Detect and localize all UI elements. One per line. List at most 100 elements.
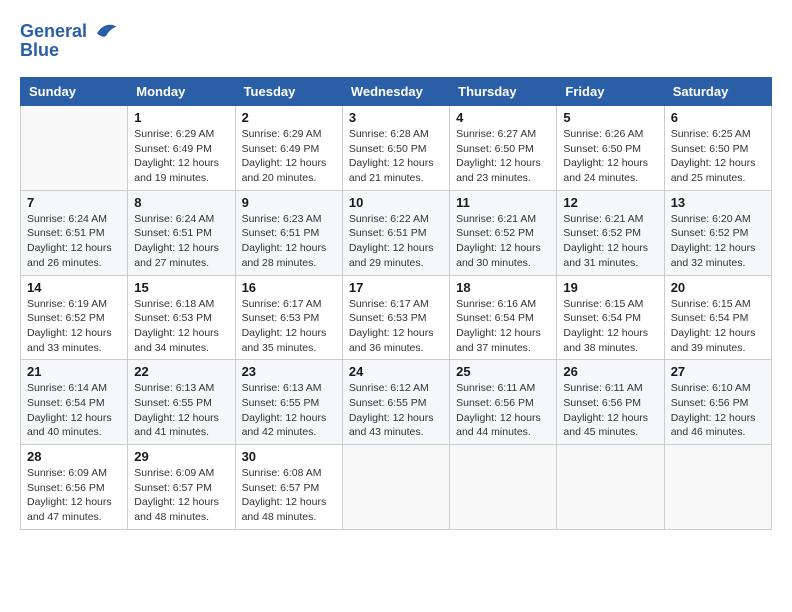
calendar-cell: 12Sunrise: 6:21 AMSunset: 6:52 PMDayligh… xyxy=(557,190,664,275)
calendar-cell: 11 Sunrise: 6:21 AMSunset: 6:52 PMDayligh… xyxy=(450,190,557,275)
calendar-cell: 3 Sunrise: 6:28 AMSunset: 6:50 PMDaylight… xyxy=(342,106,449,191)
day-info: Sunrise: 6:12 AMSunset: 6:55 PMDaylight:… xyxy=(349,381,443,440)
calendar-cell: 14Sunrise: 6:19 AMSunset: 6:52 PMDayligh… xyxy=(21,275,128,360)
logo: General Blue xyxy=(20,20,118,61)
day-info: Sunrise: 6:13 AMSunset: 6:55 PMDaylight:… xyxy=(134,381,228,440)
day-number: 10 xyxy=(349,195,443,210)
page-header: General Blue xyxy=(20,20,772,61)
calendar-header-friday: Friday xyxy=(557,78,664,106)
day-number: 7 xyxy=(27,195,121,210)
calendar-week-row: 14Sunrise: 6:19 AMSunset: 6:52 PMDayligh… xyxy=(21,275,772,360)
day-number: 23 xyxy=(242,364,336,379)
day-number: 13 xyxy=(671,195,765,210)
calendar-header-saturday: Saturday xyxy=(664,78,771,106)
day-info: Sunrise: 6:21 AMSunset: 6:52 PMDaylight:… xyxy=(456,212,550,271)
day-info: Sunrise: 6:08 AMSunset: 6:57 PMDaylight:… xyxy=(242,466,336,525)
day-info: Sunrise: 6:23 AMSunset: 6:51 PMDaylight:… xyxy=(242,212,336,271)
day-info: Sunrise: 6:14 AMSunset: 6:54 PMDaylight:… xyxy=(27,381,121,440)
day-number: 17 xyxy=(349,280,443,295)
day-number: 11 xyxy=(456,195,550,210)
day-number: 21 xyxy=(27,364,121,379)
calendar-cell: 22Sunrise: 6:13 AMSunset: 6:55 PMDayligh… xyxy=(128,360,235,445)
day-number: 18 xyxy=(456,280,550,295)
calendar-header-row: SundayMondayTuesdayWednesdayThursdayFrid… xyxy=(21,78,772,106)
calendar-table: SundayMondayTuesdayWednesdayThursdayFrid… xyxy=(20,77,772,530)
day-number: 28 xyxy=(27,449,121,464)
day-number: 3 xyxy=(349,110,443,125)
calendar-week-row: 1 Sunrise: 6:29 AMSunset: 6:49 PMDaylight… xyxy=(21,106,772,191)
day-info: Sunrise: 6:29 AMSunset: 6:49 PMDaylight:… xyxy=(134,127,228,186)
day-info: Sunrise: 6:09 AMSunset: 6:56 PMDaylight:… xyxy=(27,466,121,525)
day-info: Sunrise: 6:10 AMSunset: 6:56 PMDaylight:… xyxy=(671,381,765,440)
calendar-cell: 23 Sunrise: 6:13 AMSunset: 6:55 PMDayligh… xyxy=(235,360,342,445)
calendar-cell: 10 Sunrise: 6:22 AMSunset: 6:51 PMDayligh… xyxy=(342,190,449,275)
calendar-week-row: 28 Sunrise: 6:09 AMSunset: 6:56 PMDayligh… xyxy=(21,445,772,530)
calendar-header-wednesday: Wednesday xyxy=(342,78,449,106)
calendar-cell: 20 Sunrise: 6:15 AMSunset: 6:54 PMDayligh… xyxy=(664,275,771,360)
calendar-week-row: 21 Sunrise: 6:14 AMSunset: 6:54 PMDayligh… xyxy=(21,360,772,445)
calendar-cell xyxy=(21,106,128,191)
day-info: Sunrise: 6:28 AMSunset: 6:50 PMDaylight:… xyxy=(349,127,443,186)
day-number: 19 xyxy=(563,280,657,295)
day-info: Sunrise: 6:27 AMSunset: 6:50 PMDaylight:… xyxy=(456,127,550,186)
day-number: 25 xyxy=(456,364,550,379)
calendar-header-tuesday: Tuesday xyxy=(235,78,342,106)
calendar-cell: 21 Sunrise: 6:14 AMSunset: 6:54 PMDayligh… xyxy=(21,360,128,445)
calendar-cell: 28 Sunrise: 6:09 AMSunset: 6:56 PMDayligh… xyxy=(21,445,128,530)
calendar-cell: 18Sunrise: 6:16 AMSunset: 6:54 PMDayligh… xyxy=(450,275,557,360)
calendar-week-row: 7Sunrise: 6:24 AMSunset: 6:51 PMDaylight… xyxy=(21,190,772,275)
calendar-cell: 4 Sunrise: 6:27 AMSunset: 6:50 PMDaylight… xyxy=(450,106,557,191)
calendar-cell xyxy=(342,445,449,530)
day-number: 30 xyxy=(242,449,336,464)
calendar-cell: 29Sunrise: 6:09 AMSunset: 6:57 PMDayligh… xyxy=(128,445,235,530)
day-number: 20 xyxy=(671,280,765,295)
calendar-cell: 24 Sunrise: 6:12 AMSunset: 6:55 PMDayligh… xyxy=(342,360,449,445)
day-info: Sunrise: 6:17 AMSunset: 6:53 PMDaylight:… xyxy=(242,297,336,356)
day-number: 1 xyxy=(134,110,228,125)
day-info: Sunrise: 6:11 AMSunset: 6:56 PMDaylight:… xyxy=(563,381,657,440)
day-number: 16 xyxy=(242,280,336,295)
day-info: Sunrise: 6:17 AMSunset: 6:53 PMDaylight:… xyxy=(349,297,443,356)
day-info: Sunrise: 6:11 AMSunset: 6:56 PMDaylight:… xyxy=(456,381,550,440)
calendar-cell: 2 Sunrise: 6:29 AMSunset: 6:49 PMDaylight… xyxy=(235,106,342,191)
day-number: 14 xyxy=(27,280,121,295)
calendar-cell: 26 Sunrise: 6:11 AMSunset: 6:56 PMDayligh… xyxy=(557,360,664,445)
calendar-cell: 9 Sunrise: 6:23 AMSunset: 6:51 PMDaylight… xyxy=(235,190,342,275)
calendar-cell: 15 Sunrise: 6:18 AMSunset: 6:53 PMDayligh… xyxy=(128,275,235,360)
day-info: Sunrise: 6:13 AMSunset: 6:55 PMDaylight:… xyxy=(242,381,336,440)
day-number: 8 xyxy=(134,195,228,210)
day-number: 12 xyxy=(563,195,657,210)
day-number: 4 xyxy=(456,110,550,125)
calendar-cell: 30 Sunrise: 6:08 AMSunset: 6:57 PMDayligh… xyxy=(235,445,342,530)
day-info: Sunrise: 6:09 AMSunset: 6:57 PMDaylight:… xyxy=(134,466,228,525)
day-info: Sunrise: 6:15 AMSunset: 6:54 PMDaylight:… xyxy=(671,297,765,356)
calendar-cell: 8Sunrise: 6:24 AMSunset: 6:51 PMDaylight… xyxy=(128,190,235,275)
calendar-cell: 13 Sunrise: 6:20 AMSunset: 6:52 PMDayligh… xyxy=(664,190,771,275)
day-info: Sunrise: 6:15 AMSunset: 6:54 PMDaylight:… xyxy=(563,297,657,356)
day-info: Sunrise: 6:22 AMSunset: 6:51 PMDaylight:… xyxy=(349,212,443,271)
day-info: Sunrise: 6:29 AMSunset: 6:49 PMDaylight:… xyxy=(242,127,336,186)
calendar-cell: 6Sunrise: 6:25 AMSunset: 6:50 PMDaylight… xyxy=(664,106,771,191)
calendar-cell: 16 Sunrise: 6:17 AMSunset: 6:53 PMDayligh… xyxy=(235,275,342,360)
calendar-cell: 19 Sunrise: 6:15 AMSunset: 6:54 PMDayligh… xyxy=(557,275,664,360)
day-number: 24 xyxy=(349,364,443,379)
day-number: 6 xyxy=(671,110,765,125)
calendar-cell: 7Sunrise: 6:24 AMSunset: 6:51 PMDaylight… xyxy=(21,190,128,275)
calendar-header-sunday: Sunday xyxy=(21,78,128,106)
day-info: Sunrise: 6:18 AMSunset: 6:53 PMDaylight:… xyxy=(134,297,228,356)
day-number: 2 xyxy=(242,110,336,125)
day-info: Sunrise: 6:20 AMSunset: 6:52 PMDaylight:… xyxy=(671,212,765,271)
calendar-cell: 27 Sunrise: 6:10 AMSunset: 6:56 PMDayligh… xyxy=(664,360,771,445)
day-number: 9 xyxy=(242,195,336,210)
calendar-cell: 17 Sunrise: 6:17 AMSunset: 6:53 PMDayligh… xyxy=(342,275,449,360)
calendar-cell xyxy=(664,445,771,530)
day-number: 26 xyxy=(563,364,657,379)
calendar-cell: 25 Sunrise: 6:11 AMSunset: 6:56 PMDayligh… xyxy=(450,360,557,445)
day-info: Sunrise: 6:26 AMSunset: 6:50 PMDaylight:… xyxy=(563,127,657,186)
day-number: 5 xyxy=(563,110,657,125)
calendar-header-thursday: Thursday xyxy=(450,78,557,106)
day-number: 27 xyxy=(671,364,765,379)
day-number: 15 xyxy=(134,280,228,295)
calendar-cell xyxy=(450,445,557,530)
calendar-header-monday: Monday xyxy=(128,78,235,106)
